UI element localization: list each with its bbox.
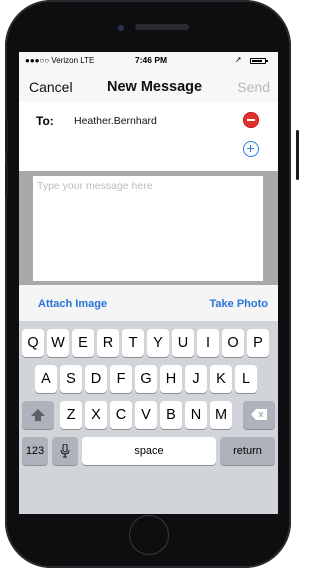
front-camera bbox=[118, 25, 124, 31]
key-u[interactable]: U bbox=[172, 329, 194, 357]
attach-image-button[interactable]: Attach Image bbox=[38, 298, 107, 310]
key-e[interactable]: E bbox=[72, 329, 94, 357]
navigation-bar: Cancel New Message Send bbox=[19, 70, 278, 103]
key-t[interactable]: T bbox=[122, 329, 144, 357]
key-i[interactable]: I bbox=[197, 329, 219, 357]
key-w[interactable]: W bbox=[47, 329, 69, 357]
take-photo-button[interactable]: Take Photo bbox=[210, 298, 268, 310]
keyboard: Q W E R T Y U I O P A S D F G H J K L Z … bbox=[19, 321, 278, 514]
status-bar: ●●●○○ Verizon LTE 7:46 PM ➚ bbox=[19, 52, 278, 70]
key-g[interactable]: G bbox=[135, 365, 157, 393]
clock: 7:46 PM bbox=[135, 55, 168, 65]
key-s[interactable]: S bbox=[60, 365, 82, 393]
earpiece-speaker bbox=[135, 24, 189, 30]
cancel-button[interactable]: Cancel bbox=[29, 79, 73, 95]
recipient-name[interactable]: Heather.Bernhard bbox=[74, 115, 157, 127]
return-key[interactable]: return bbox=[220, 437, 275, 465]
recipients-section: To: Heather.Bernhard bbox=[19, 102, 278, 162]
battery-icon bbox=[250, 58, 268, 64]
screen: ●●●○○ Verizon LTE 7:46 PM ➚ Cancel New M… bbox=[19, 52, 278, 514]
carrier-label: ●●●○○ Verizon LTE bbox=[25, 56, 95, 65]
key-o[interactable]: O bbox=[222, 329, 244, 357]
key-m[interactable]: M bbox=[210, 401, 232, 429]
key-y[interactable]: Y bbox=[147, 329, 169, 357]
key-d[interactable]: D bbox=[85, 365, 107, 393]
key-k[interactable]: K bbox=[210, 365, 232, 393]
location-icon: ➚ bbox=[235, 55, 242, 64]
key-r[interactable]: R bbox=[97, 329, 119, 357]
key-p[interactable]: P bbox=[247, 329, 269, 357]
home-button[interactable] bbox=[129, 515, 169, 555]
key-l[interactable]: L bbox=[235, 365, 257, 393]
key-q[interactable]: Q bbox=[22, 329, 44, 357]
dictation-key[interactable] bbox=[52, 437, 78, 465]
backspace-icon bbox=[251, 409, 267, 420]
remove-recipient-icon[interactable] bbox=[243, 112, 259, 128]
power-button bbox=[296, 130, 299, 180]
volume-down-button bbox=[5, 162, 8, 198]
to-label: To: bbox=[36, 114, 54, 128]
add-recipient-icon[interactable] bbox=[243, 141, 259, 157]
shift-key[interactable] bbox=[22, 401, 54, 429]
volume-up-button bbox=[5, 118, 8, 154]
key-v[interactable]: V bbox=[135, 401, 157, 429]
key-z[interactable]: Z bbox=[60, 401, 82, 429]
page-title: New Message bbox=[107, 79, 203, 95]
attachment-bar: Attach Image Take Photo bbox=[19, 285, 278, 321]
key-b[interactable]: B bbox=[160, 401, 182, 429]
message-area bbox=[19, 171, 278, 285]
key-a[interactable]: A bbox=[35, 365, 57, 393]
space-key[interactable]: space bbox=[82, 437, 216, 465]
key-h[interactable]: H bbox=[160, 365, 182, 393]
message-input[interactable] bbox=[33, 176, 263, 281]
key-n[interactable]: N bbox=[185, 401, 207, 429]
key-x[interactable]: X bbox=[85, 401, 107, 429]
key-f[interactable]: F bbox=[110, 365, 132, 393]
numbers-key[interactable]: 123 bbox=[22, 437, 48, 465]
send-button[interactable]: Send bbox=[237, 79, 270, 95]
delete-key[interactable] bbox=[243, 401, 275, 429]
microphone-icon bbox=[60, 443, 70, 458]
key-j[interactable]: J bbox=[185, 365, 207, 393]
shift-icon bbox=[31, 409, 45, 421]
key-c[interactable]: C bbox=[110, 401, 132, 429]
